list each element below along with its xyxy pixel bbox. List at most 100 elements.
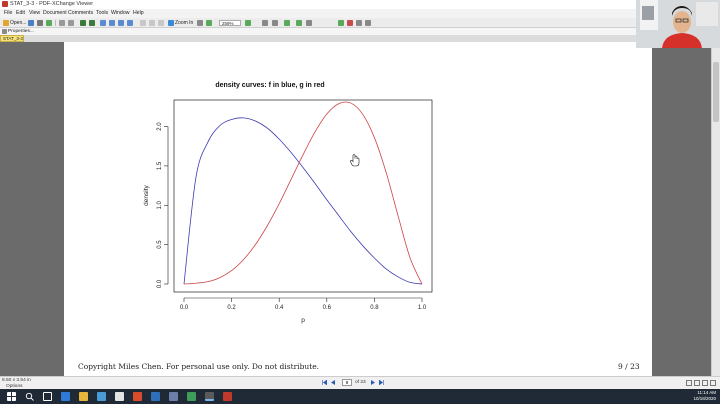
menu-help[interactable]: Help	[133, 9, 144, 18]
x-tick-label: 0.2	[227, 305, 236, 311]
pdf-viewer-taskbar-icon[interactable]	[205, 392, 214, 401]
document-tab-bar: STAT_3-3	[0, 35, 636, 42]
y-tick-label: 0.0	[157, 279, 163, 288]
page-count: of 23	[355, 380, 366, 385]
vertical-scrollbar[interactable]	[711, 42, 720, 376]
open-folder-icon[interactable]	[3, 20, 9, 26]
last-page-icon[interactable]	[379, 380, 384, 385]
x-tick-label: 0.8	[370, 305, 379, 311]
store-icon[interactable]	[97, 392, 106, 401]
webcam-person-image	[636, 0, 720, 48]
edge-icon[interactable]	[61, 392, 70, 401]
rstudio-icon[interactable]	[169, 392, 178, 401]
search-icon[interactable]	[296, 20, 302, 26]
forward-icon[interactable]	[89, 20, 95, 26]
continuous-view-icon[interactable]	[694, 380, 700, 386]
app-taskbar-icon[interactable]	[151, 392, 160, 401]
save-icon[interactable]	[28, 20, 34, 26]
system-clock[interactable]: 11:14 AM 10/18/2020	[693, 390, 716, 402]
redo-icon[interactable]	[68, 20, 74, 26]
chrome-icon[interactable]	[133, 392, 142, 401]
menu-file[interactable]: File	[4, 9, 12, 18]
app-icon	[2, 1, 8, 7]
recorder-icon[interactable]	[223, 392, 232, 401]
density-chart: 0.0 0.2 0.4 0.6 0.8 1.0 0.0 0.5 1.0 1.5 2.0 p densit…	[143, 99, 433, 324]
x-tick-label: 0.4	[275, 305, 284, 311]
hand-tool-icon[interactable]	[140, 20, 146, 26]
menu-document[interactable]: Document	[43, 9, 67, 18]
task-view-icon[interactable]	[43, 392, 52, 401]
y-tick-label: 1.0	[157, 200, 163, 209]
fit-width-icon[interactable]	[262, 20, 268, 26]
file-explorer-icon[interactable]	[79, 392, 88, 401]
toolbar: Open... Zoom In 259%	[0, 18, 636, 28]
density-curve-f	[183, 117, 423, 285]
first-page-tool-icon[interactable]	[100, 20, 106, 26]
hand-cursor-icon	[350, 154, 360, 167]
menu-comments[interactable]: Comments	[68, 9, 93, 18]
last-page-tool-icon[interactable]	[127, 20, 133, 26]
mail-icon[interactable]	[115, 392, 124, 401]
density-curve-g	[183, 101, 423, 285]
snapshot-icon[interactable]	[158, 20, 164, 26]
actual-size-icon[interactable]	[272, 20, 278, 26]
x-tick-label: 0.0	[180, 305, 189, 311]
next-page-tool-icon[interactable]	[118, 20, 124, 26]
facing-view-icon[interactable]	[702, 380, 708, 386]
zoom-out-icon[interactable]	[197, 20, 203, 26]
print-icon[interactable]	[37, 20, 43, 26]
plot-frame	[173, 99, 433, 293]
fit-page-icon[interactable]	[206, 20, 212, 26]
find-icon[interactable]	[306, 20, 312, 26]
spreadsheet-icon[interactable]	[187, 392, 196, 401]
zoom-plus-icon[interactable]	[245, 20, 251, 26]
email-icon[interactable]	[46, 20, 52, 26]
zoom-in-icon[interactable]	[168, 20, 174, 26]
undo-icon[interactable]	[59, 20, 65, 26]
title-bar: STAT_3-3 - PDF-XChange Viewer	[0, 0, 636, 9]
x-tick-label: 1.0	[418, 305, 427, 311]
next-page-icon[interactable]	[371, 380, 376, 385]
clock-date: 10/18/2020	[693, 396, 716, 401]
document-area: 0.0 0.2 0.4 0.6 0.8 1.0 0.0 0.5 1.0 1.5 2.0 p densit…	[0, 42, 720, 376]
open-button[interactable]: Open...	[10, 18, 26, 28]
y-tick-label: 2.0	[157, 122, 163, 131]
zoom-in-button[interactable]: Zoom In	[175, 18, 193, 28]
menu-window[interactable]: Window	[111, 9, 129, 18]
menu-edit[interactable]: Edit	[16, 9, 25, 18]
zoom-select[interactable]: 259%	[219, 20, 241, 26]
toolbar-divider	[55, 20, 56, 26]
x-axis-label: p	[301, 317, 305, 324]
facing-continuous-view-icon[interactable]	[710, 380, 716, 386]
select-tool-icon[interactable]	[149, 20, 155, 26]
search-taskbar-icon[interactable]	[25, 392, 34, 401]
slide-page-number: 9 / 23	[618, 362, 640, 371]
menu-view[interactable]: View	[29, 9, 40, 18]
scrollbar-thumb[interactable]	[713, 62, 719, 122]
menu-bar: File Edit View Document Comments Tools W…	[0, 9, 636, 18]
window-title: STAT_3-3 - PDF-XChange Viewer	[10, 1, 94, 7]
menu-tools[interactable]: Tools	[96, 9, 108, 18]
rotate-icon[interactable]	[284, 20, 290, 26]
copyright-notice: Copyright Miles Chen. For personal use o…	[78, 362, 320, 371]
page-number-input[interactable]: 9	[342, 379, 352, 386]
comment-icon[interactable]	[338, 20, 344, 26]
windows-start-icon[interactable]	[7, 392, 16, 401]
first-page-icon[interactable]	[322, 380, 327, 385]
y-tick-label: 1.5	[157, 161, 163, 170]
typewriter-icon[interactable]	[365, 20, 371, 26]
properties-icon	[2, 29, 7, 34]
status-bar: 8.50 x 3.54 in Options 9 of 23	[0, 376, 720, 389]
prev-page-tool-icon[interactable]	[109, 20, 115, 26]
y-tick-label: 0.5	[157, 240, 163, 249]
stamp-icon[interactable]	[356, 20, 362, 26]
document-tab[interactable]: STAT_3-3	[0, 35, 24, 42]
highlight-icon[interactable]	[347, 20, 353, 26]
properties-button[interactable]: Properties...	[8, 28, 34, 35]
back-icon[interactable]	[80, 20, 86, 26]
single-page-view-icon[interactable]	[686, 380, 692, 386]
y-axis-label: density	[143, 184, 150, 205]
x-tick-label: 0.6	[323, 305, 332, 311]
pdf-page: 0.0 0.2 0.4 0.6 0.8 1.0 0.0 0.5 1.0 1.5 2.0 p densit…	[64, 42, 652, 376]
prev-page-icon[interactable]	[330, 380, 335, 385]
